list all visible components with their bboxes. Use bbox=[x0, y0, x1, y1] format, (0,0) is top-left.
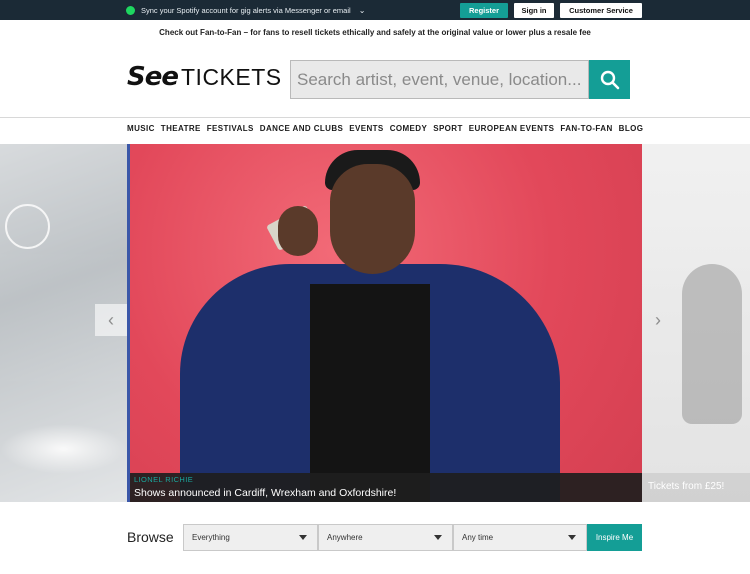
carousel-next-button[interactable]: › bbox=[642, 304, 674, 336]
hero-caption[interactable]: LIONEL RICHIE Shows announced in Cardiff… bbox=[130, 473, 642, 502]
nav-item-theatre[interactable]: THEATRE bbox=[161, 124, 201, 133]
chevron-right-icon: › bbox=[655, 309, 661, 330]
nav-divider bbox=[0, 117, 750, 118]
nav-item-blog[interactable]: BLOG bbox=[619, 124, 644, 133]
search-button[interactable] bbox=[589, 60, 630, 99]
next-slide-caption-text: Tickets from £25! bbox=[648, 481, 725, 492]
chevron-left-icon: ‹ bbox=[108, 309, 114, 330]
hero-headline: Shows announced in Cardiff, Wrexham and … bbox=[134, 487, 397, 499]
next-slide-caption: Tickets from £25! bbox=[642, 473, 750, 502]
hero-hand bbox=[278, 206, 318, 256]
nav-item-music[interactable]: MUSIC bbox=[127, 124, 155, 133]
search-input[interactable] bbox=[290, 60, 589, 99]
main-nav: MUSIC THEATRE FESTIVALS DANCE AND CLUBS … bbox=[127, 124, 643, 133]
date-select-value: Any time bbox=[462, 533, 494, 542]
crowd-light bbox=[0, 424, 127, 474]
register-button[interactable]: Register bbox=[460, 3, 508, 18]
nav-item-fan-to-fan[interactable]: FAN-TO-FAN bbox=[560, 124, 612, 133]
caret-down-icon bbox=[568, 535, 576, 540]
performer-silhouette bbox=[682, 264, 742, 424]
stage-light bbox=[5, 204, 50, 249]
location-select-value: Anywhere bbox=[327, 533, 363, 542]
fan-to-fan-promo[interactable]: Check out Fan-to-Fan – for fans to resel… bbox=[0, 28, 750, 37]
spotify-sync-text: Sync your Spotify account for gig alerts… bbox=[141, 5, 351, 15]
sign-in-button[interactable]: Sign in bbox=[514, 3, 554, 18]
hero-shirt bbox=[310, 284, 430, 502]
customer-service-button[interactable]: Customer Service bbox=[560, 3, 642, 18]
caret-down-icon bbox=[434, 535, 442, 540]
chevron-down-icon[interactable]: ⌄ bbox=[359, 6, 366, 15]
see-tickets-logo[interactable]: See TICKETS bbox=[127, 62, 282, 92]
caret-down-icon bbox=[299, 535, 307, 540]
nav-item-sport[interactable]: SPORT bbox=[433, 124, 463, 133]
nav-item-festivals[interactable]: FESTIVALS bbox=[207, 124, 254, 133]
carousel-prev-button[interactable]: ‹ bbox=[95, 304, 127, 336]
browse-label: Browse bbox=[127, 529, 174, 545]
nav-item-comedy[interactable]: COMEDY bbox=[390, 124, 428, 133]
inspire-me-button[interactable]: Inspire Me bbox=[587, 524, 642, 551]
nav-item-european-events[interactable]: EUROPEAN EVENTS bbox=[469, 124, 555, 133]
hero-slide[interactable]: LIONEL RICHIE Shows announced in Cardiff… bbox=[127, 144, 642, 502]
nav-item-dance-and-clubs[interactable]: DANCE AND CLUBS bbox=[260, 124, 343, 133]
spotify-sync-link[interactable]: Sync your Spotify account for gig alerts… bbox=[126, 4, 365, 16]
hero-head bbox=[330, 164, 415, 274]
logo-see-text: See bbox=[127, 62, 179, 92]
logo-tickets-text: TICKETS bbox=[181, 64, 282, 90]
category-select[interactable]: Everything bbox=[183, 524, 318, 551]
category-select-value: Everything bbox=[192, 533, 230, 542]
spotify-icon bbox=[126, 5, 135, 15]
hero-artist-name: LIONEL RICHIE bbox=[134, 475, 194, 484]
top-bar: Sync your Spotify account for gig alerts… bbox=[0, 0, 750, 20]
hero-carousel: Tickets from £25! LIONEL RICHIE Shows an… bbox=[0, 144, 750, 502]
search-icon bbox=[600, 70, 619, 89]
location-select[interactable]: Anywhere bbox=[318, 524, 453, 551]
nav-item-events[interactable]: EVENTS bbox=[349, 124, 383, 133]
date-select[interactable]: Any time bbox=[453, 524, 587, 551]
